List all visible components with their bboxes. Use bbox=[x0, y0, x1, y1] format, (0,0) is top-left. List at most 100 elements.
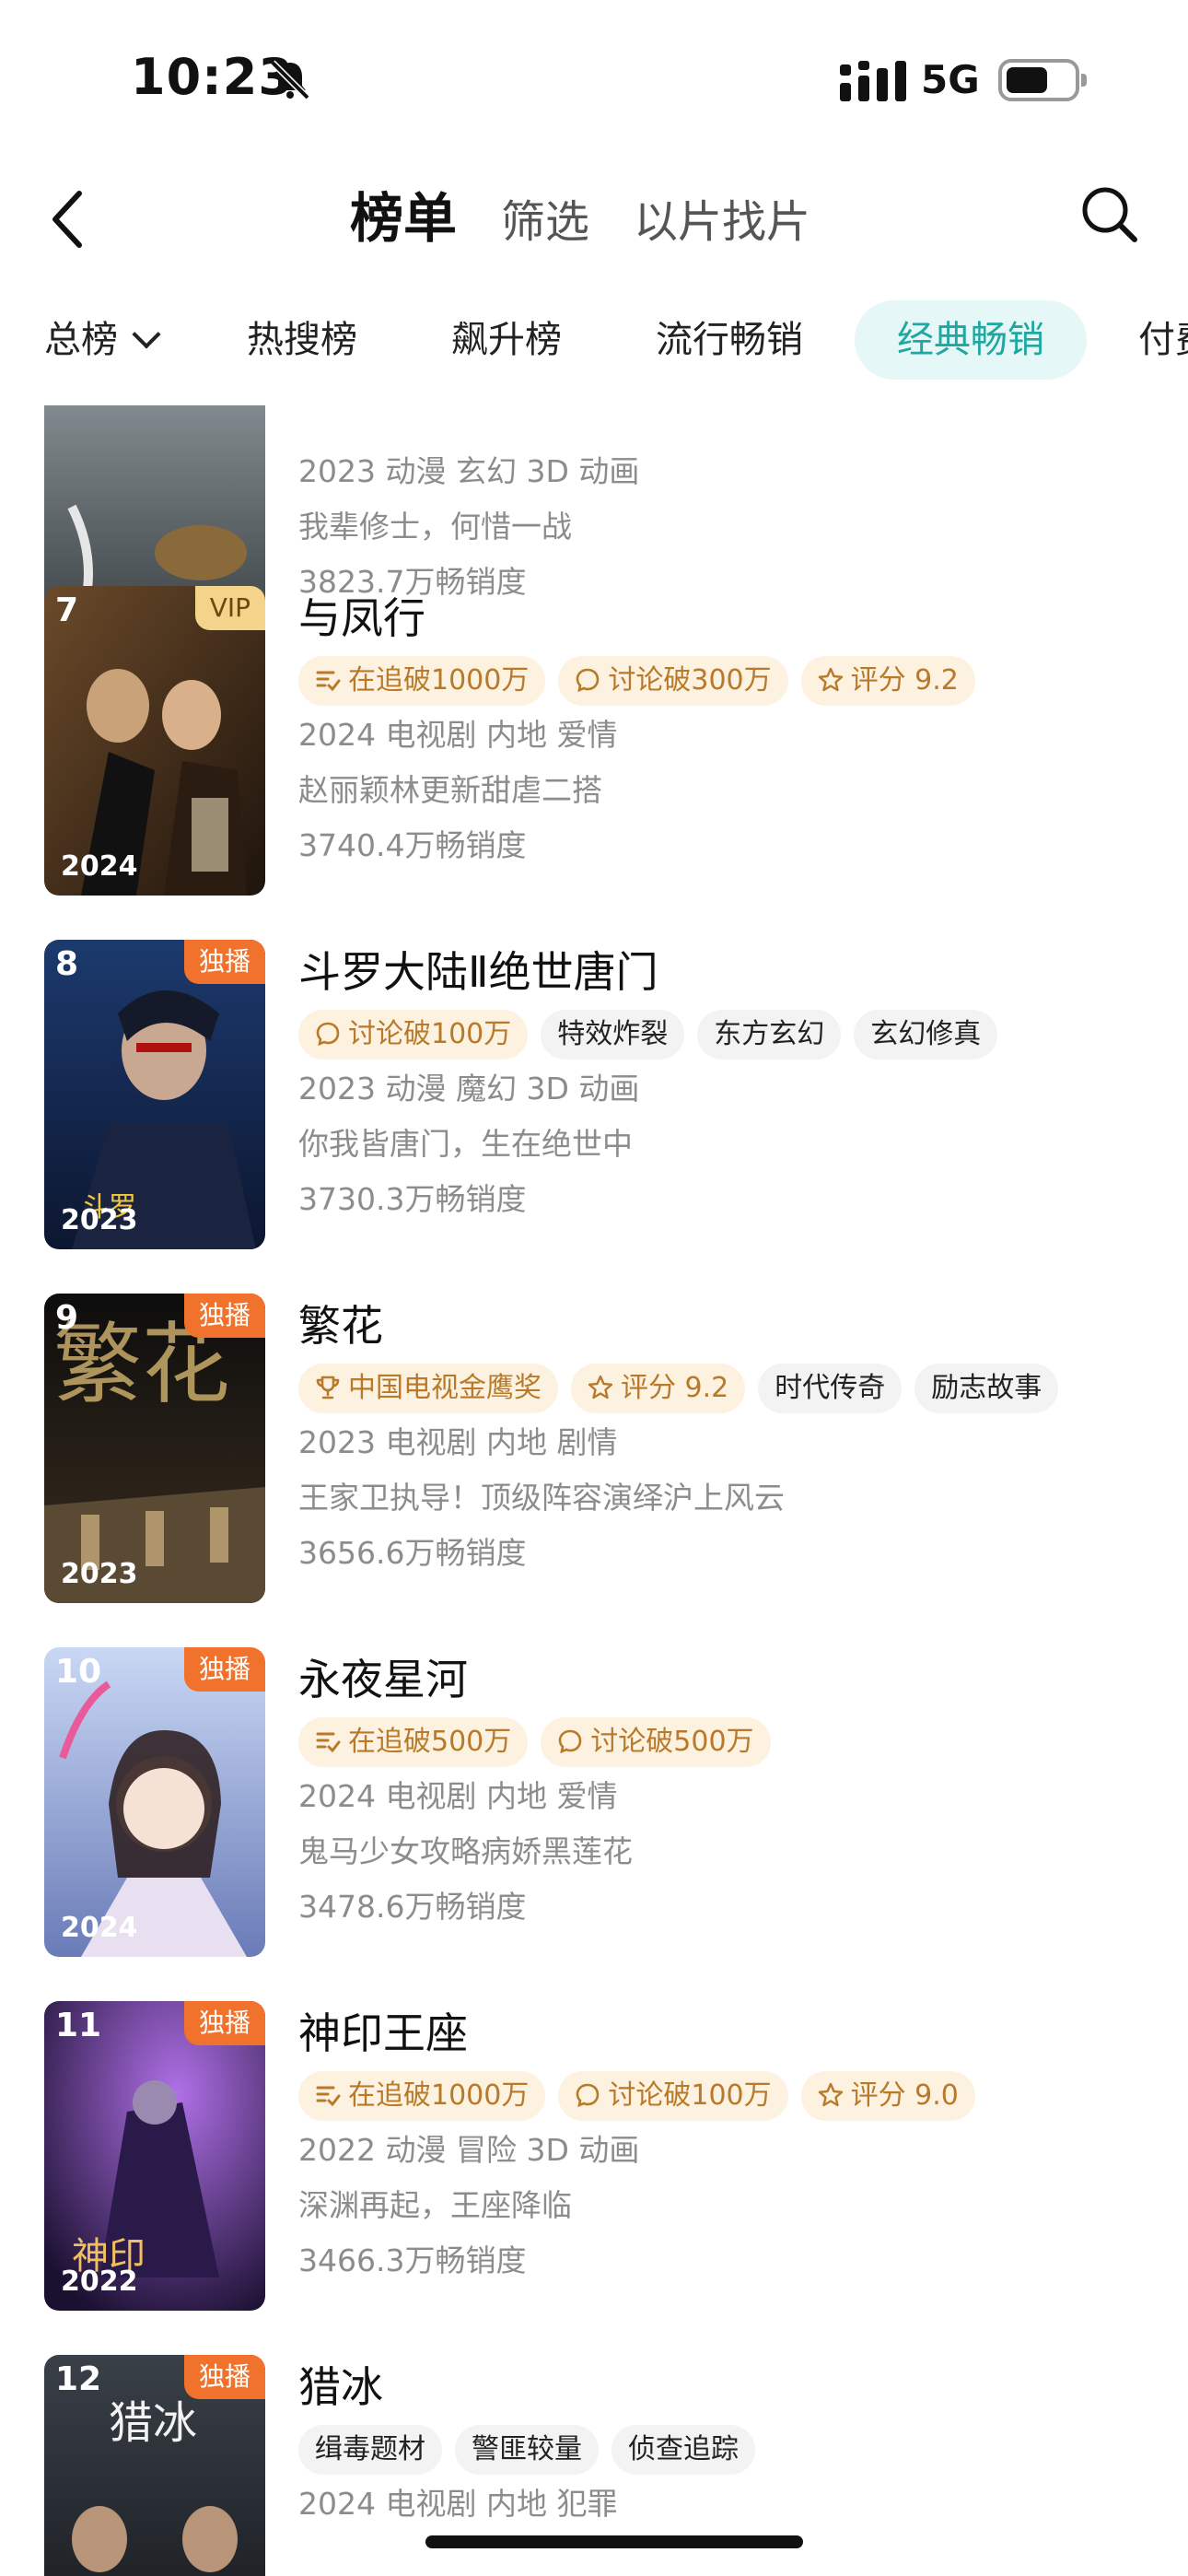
item-tagline: 赵丽颖林更新甜虐二搭 bbox=[298, 772, 602, 808]
item-tagline: 深渊再起，王座降临 bbox=[298, 2187, 572, 2223]
category-tabs: 总榜 热搜榜 飙升榜 流行畅销 经典畅销 付费 bbox=[0, 300, 1188, 385]
chat-bubble-icon bbox=[577, 2083, 600, 2108]
item-info: 繁花 中国电视金鹰奖 评分 9.2 时代传奇 励志故事 2023 电视剧 内地 … bbox=[298, 1294, 1164, 1581]
item-tagline: 鬼马少女攻略病娇黑莲花 bbox=[298, 1833, 633, 1869]
tag-award: 中国电视金鹰奖 bbox=[298, 1364, 558, 1413]
poster-art bbox=[44, 1647, 265, 1957]
search-icon[interactable] bbox=[1077, 182, 1142, 247]
item-genre-line: 2024 电视剧 内地 犯罪 bbox=[298, 2486, 618, 2522]
tag-keyword: 缉毒题材 bbox=[298, 2425, 442, 2475]
tag-text: 在追破1000万 bbox=[348, 664, 530, 697]
tag-discussion: 讨论破100万 bbox=[558, 2071, 788, 2121]
category-label: 总榜 bbox=[44, 319, 118, 361]
list-item[interactable]: 斗罗 8 独播 2023 斗罗大陆Ⅱ绝世唐门 讨论破100万 特效炸裂 东方玄幻… bbox=[0, 940, 1188, 1281]
item-info: 与凤行 在追破1000万 讨论破300万 评分 9.2 2024 电视剧 内地 … bbox=[298, 586, 1164, 873]
item-sales: 3656.6万畅销度 bbox=[298, 1535, 527, 1571]
tag-text: 中国电视金鹰奖 bbox=[348, 1372, 542, 1404]
list-item[interactable]: 繁花 9 独播 2023 繁花 中国电视金鹰奖 评分 9.2 时代传奇 励志故事 bbox=[0, 1294, 1188, 1634]
item-info: 永夜星河 在追破500万 讨论破500万 2024 电视剧 内地 爱情 鬼马少女… bbox=[298, 1647, 1164, 1935]
item-title: 繁花 bbox=[298, 1301, 383, 1351]
item-title: 与凤行 bbox=[298, 593, 425, 643]
tag-row: 讨论破100万 特效炸裂 东方玄幻 玄幻修真 bbox=[298, 1010, 1164, 1061]
tag-keyword: 励志故事 bbox=[914, 1364, 1059, 1413]
item-genre-line: 2022 动漫 冒险 3D 动画 bbox=[298, 2132, 640, 2168]
chat-bubble-icon bbox=[577, 668, 600, 693]
item-genre-line: 2024 电视剧 内地 爱情 bbox=[298, 1778, 618, 1814]
list-check-icon bbox=[316, 671, 341, 692]
item-tagline: 你我皆唐门，生在绝世中 bbox=[298, 1126, 633, 1162]
tag-text: 讨论破500万 bbox=[590, 1726, 754, 1758]
list-check-icon bbox=[316, 2086, 341, 2107]
chevron-down-icon bbox=[132, 320, 161, 349]
status-bar: 10:23 5G bbox=[0, 0, 1188, 157]
item-sales: 3740.4万畅销度 bbox=[298, 827, 527, 863]
exclusive-badge: 独播 bbox=[183, 1647, 265, 1692]
tag-row: 在追破1000万 讨论破300万 评分 9.2 bbox=[298, 656, 1164, 708]
tag-keyword: 玄幻修真 bbox=[854, 1010, 998, 1060]
tag-row: 缉毒题材 警匪较量 侦查追踪 bbox=[298, 2425, 1164, 2476]
tab-filter[interactable]: 筛选 bbox=[501, 185, 589, 250]
list-item[interactable]: 神印 11 独播 2022 神印王座 在追破1000万 讨论破100万 评分 9… bbox=[0, 2001, 1188, 2342]
item-title: 永夜星河 bbox=[298, 1655, 468, 1704]
tab-find-similar[interactable]: 以片找片 bbox=[634, 185, 810, 250]
poster-year: 2022 bbox=[61, 2266, 138, 2298]
tag-text: 讨论破100万 bbox=[608, 2079, 772, 2112]
category-hot-search[interactable]: 热搜榜 bbox=[247, 300, 357, 380]
poster-thumbnail[interactable]: 神印 11 独播 2022 bbox=[44, 2001, 265, 2311]
item-info: 神印王座 在追破1000万 讨论破100万 评分 9.0 2022 动漫 冒险 … bbox=[298, 2001, 1164, 2289]
item-sales: 3730.3万畅销度 bbox=[298, 1181, 527, 1217]
tag-discussion: 讨论破300万 bbox=[558, 656, 788, 706]
tag-row: 在追破500万 讨论破500万 bbox=[298, 1717, 1164, 1769]
list-item[interactable]: 10 独播 2024 永夜星河 在追破500万 讨论破500万 2024 电视剧… bbox=[0, 1647, 1188, 1988]
category-total[interactable]: 总榜 bbox=[44, 300, 161, 380]
tag-following: 在追破1000万 bbox=[298, 2071, 546, 2121]
tag-following: 在追破1000万 bbox=[298, 656, 546, 706]
item-genre-line: 2024 电视剧 内地 爱情 bbox=[298, 717, 618, 753]
poster-thumbnail[interactable]: 7 VIP 2024 bbox=[44, 586, 265, 896]
category-rising[interactable]: 飙升榜 bbox=[451, 300, 562, 380]
rank-number: 12 bbox=[55, 2360, 102, 2398]
poster-thumbnail[interactable]: 斗罗 8 独播 2023 bbox=[44, 940, 265, 1249]
chat-bubble-icon bbox=[558, 1729, 582, 1754]
tag-text: 讨论破100万 bbox=[348, 1018, 512, 1050]
poster-thumbnail[interactable]: 10 独播 2024 bbox=[44, 1647, 265, 1957]
chat-bubble-icon bbox=[316, 1022, 340, 1047]
tag-keyword: 警匪较量 bbox=[455, 2425, 599, 2475]
cellular-signal-icon bbox=[840, 61, 906, 101]
exclusive-badge: 独播 bbox=[183, 2355, 265, 2399]
category-paid[interactable]: 付费 bbox=[1138, 300, 1188, 380]
poster-thumbnail[interactable]: 猎冰 12 独播 bbox=[44, 2355, 265, 2576]
home-indicator[interactable] bbox=[425, 2535, 803, 2548]
item-info: 斗罗大陆Ⅱ绝世唐门 讨论破100万 特效炸裂 东方玄幻 玄幻修真 2023 动漫… bbox=[298, 940, 1164, 1227]
category-classic-sales[interactable]: 经典畅销 bbox=[855, 300, 1087, 380]
ranking-list: 2023 2023 动漫 玄幻 3D 动画 我辈修士，何惜一战 3823.7万畅… bbox=[0, 405, 1188, 2576]
tag-row: 在追破1000万 讨论破100万 评分 9.0 bbox=[298, 2071, 1164, 2123]
tag-row: 中国电视金鹰奖 评分 9.2 时代传奇 励志故事 bbox=[298, 1364, 1164, 1415]
item-genre-line: 2023 电视剧 内地 剧情 bbox=[298, 1424, 618, 1460]
poster-thumbnail[interactable]: 繁花 9 独播 2023 bbox=[44, 1294, 265, 1603]
vip-badge: VIP bbox=[194, 586, 265, 630]
tag-text: 讨论破300万 bbox=[608, 664, 772, 697]
battery-icon bbox=[998, 59, 1087, 101]
list-item[interactable]: 7 VIP 2024 与凤行 在追破1000万 讨论破300万 评分 9.2 2… bbox=[0, 586, 1188, 927]
poster-art bbox=[44, 586, 265, 896]
tag-rating: 评分 9.2 bbox=[571, 1364, 746, 1413]
rank-number: 8 bbox=[55, 945, 79, 983]
tag-discussion: 讨论破100万 bbox=[298, 1010, 529, 1060]
item-sales: 3466.3万畅销度 bbox=[298, 2242, 527, 2278]
tab-ranking[interactable]: 榜单 bbox=[350, 175, 457, 252]
exclusive-badge: 独播 bbox=[183, 2001, 265, 2045]
star-icon bbox=[818, 667, 843, 692]
category-popular-sales[interactable]: 流行畅销 bbox=[656, 300, 803, 380]
poster-year: 2023 bbox=[61, 1204, 138, 1236]
top-nav: 榜单 筛选 以片找片 bbox=[0, 157, 1188, 286]
tag-text: 评分 9.0 bbox=[850, 2079, 959, 2112]
list-check-icon bbox=[316, 1732, 341, 1753]
tag-discussion: 讨论破500万 bbox=[541, 1717, 771, 1767]
tag-row bbox=[298, 405, 1164, 444]
tag-rating: 评分 9.0 bbox=[800, 2071, 975, 2121]
poster-year: 2023 bbox=[61, 1558, 138, 1590]
item-title: 神印王座 bbox=[298, 2008, 468, 2058]
trophy-icon bbox=[316, 1376, 340, 1399]
back-arrow-icon[interactable] bbox=[44, 182, 90, 256]
